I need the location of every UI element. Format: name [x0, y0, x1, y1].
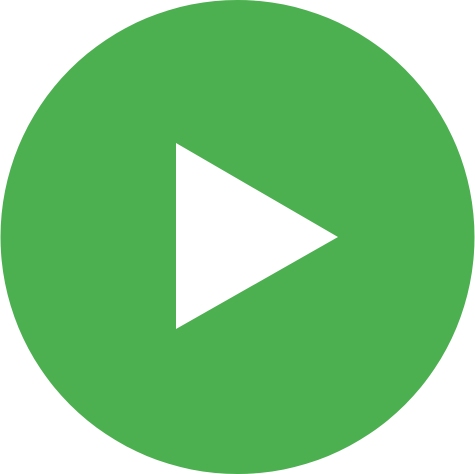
play-button[interactable]: [0, 0, 475, 474]
play-button-stage: [0, 0, 475, 474]
play-icon: [0, 0, 475, 474]
